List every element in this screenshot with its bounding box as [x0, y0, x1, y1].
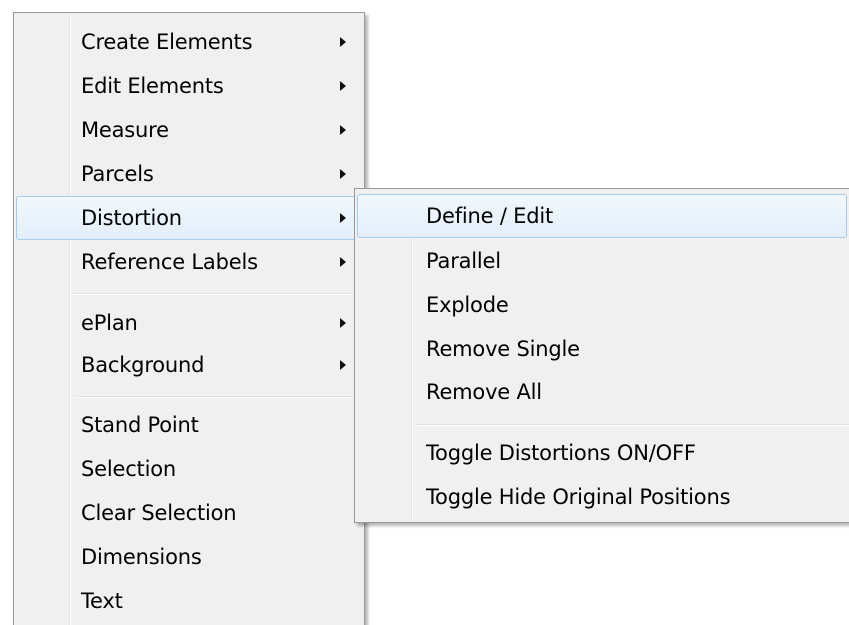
menu-item-label: Remove Single [426, 337, 580, 361]
menu-item-label: Distortion [81, 206, 182, 230]
menu-item-text[interactable]: Text [16, 579, 362, 623]
submenu-item-toggle-hide-original-positions[interactable]: Toggle Hide Original Positions [357, 475, 847, 519]
menu-item-dimensions[interactable]: Dimensions [16, 535, 362, 579]
submenu-arrow-icon [340, 81, 346, 91]
menu-item-label: Background [81, 353, 205, 377]
menu-item-label: Measure [81, 118, 169, 142]
submenu-arrow-icon [340, 360, 346, 370]
menu-item-label: Toggle Hide Original Positions [426, 485, 731, 509]
submenu-item-remove-all[interactable]: Remove All [357, 370, 847, 414]
screen: Create Elements Edit Elements Measure Pa… [0, 0, 849, 625]
submenu-item-define-edit[interactable]: Define / Edit [357, 194, 847, 238]
menu-item-create-elements[interactable]: Create Elements [16, 20, 362, 64]
menu-item-background[interactable]: Background [16, 343, 362, 387]
submenu-arrow-icon [340, 125, 346, 135]
submenu-arrow-icon [340, 257, 346, 267]
menu-item-label: Explode [426, 293, 509, 317]
distortion-submenu: Define / Edit Parallel Explode Remove Si… [354, 188, 849, 523]
submenu-arrow-icon [340, 318, 346, 328]
menu-item-label: Dimensions [81, 545, 202, 569]
submenu-item-explode[interactable]: Explode [357, 283, 847, 327]
submenu-item-remove-single[interactable]: Remove Single [357, 327, 847, 371]
menu-item-measure[interactable]: Measure [16, 108, 362, 152]
submenu-arrow-icon [340, 37, 346, 47]
menu-item-label: Text [81, 589, 123, 613]
menu-item-edit-elements[interactable]: Edit Elements [16, 64, 362, 108]
menu-item-label: Parallel [426, 249, 501, 273]
menu-item-eplan[interactable]: ePlan [16, 301, 362, 345]
submenu-arrow-icon [340, 213, 346, 223]
menu-item-distortion[interactable]: Distortion [16, 196, 362, 240]
menu-item-label: Edit Elements [81, 74, 224, 98]
menu-separator [417, 424, 849, 426]
menu-separator [74, 396, 360, 398]
menu-separator [74, 293, 360, 295]
submenu-arrow-icon [340, 169, 346, 179]
menu-item-reference-labels[interactable]: Reference Labels [16, 240, 362, 284]
submenu-item-toggle-distortions[interactable]: Toggle Distortions ON/OFF [357, 431, 847, 475]
menu-item-parcels[interactable]: Parcels [16, 152, 362, 196]
menu-item-label: Selection [81, 457, 176, 481]
menu-item-label: Toggle Distortions ON/OFF [426, 441, 696, 465]
menu-item-stand-point[interactable]: Stand Point [16, 403, 362, 447]
menu-item-label: Define / Edit [426, 204, 554, 228]
menu-item-label: Stand Point [81, 413, 199, 437]
menu-item-label: Reference Labels [81, 250, 258, 274]
menu-item-label: Remove All [426, 380, 542, 404]
menu-item-label: Parcels [81, 162, 154, 186]
menu-item-label: ePlan [81, 311, 138, 335]
context-menu: Create Elements Edit Elements Measure Pa… [13, 12, 365, 625]
menu-item-label: Create Elements [81, 30, 253, 54]
submenu-item-parallel[interactable]: Parallel [357, 239, 847, 283]
menu-item-selection[interactable]: Selection [16, 447, 362, 491]
menu-item-clear-selection[interactable]: Clear Selection [16, 491, 362, 535]
menu-item-label: Clear Selection [81, 501, 237, 525]
